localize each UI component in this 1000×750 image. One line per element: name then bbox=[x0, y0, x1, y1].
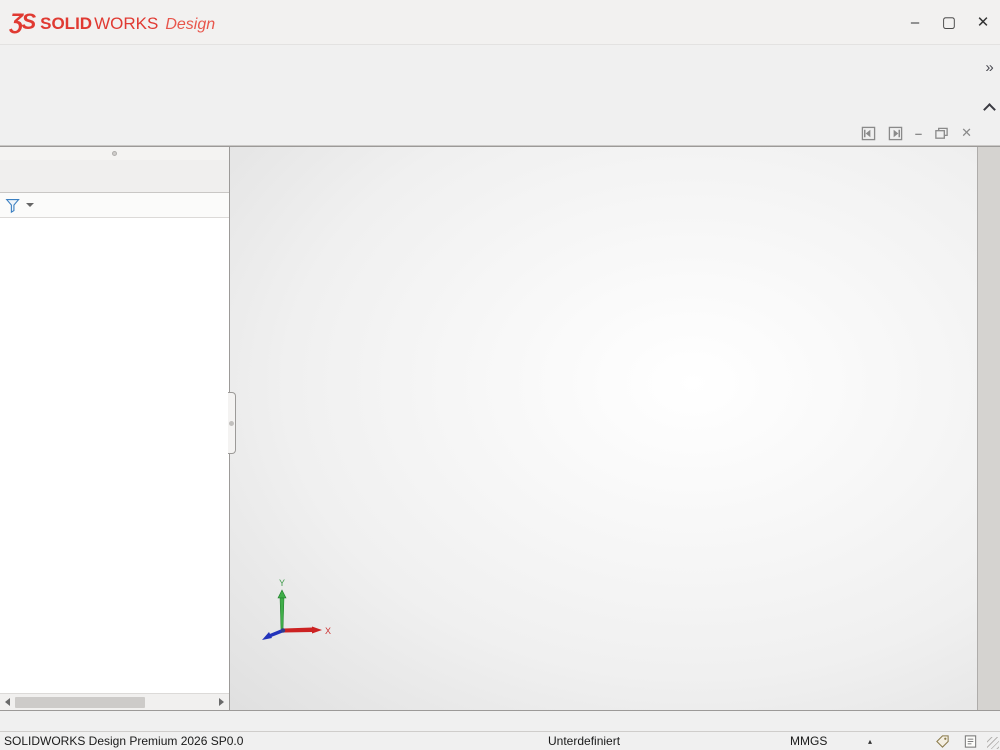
status-bar: SOLIDWORKS Design Premium 2026 SP0.0 Unt… bbox=[0, 731, 1000, 750]
feature-tree bbox=[0, 218, 229, 693]
minimize-doc-icon[interactable]: – bbox=[915, 126, 922, 141]
solidworks-window: ƷSSOLIDWORKSDesign – ▢ ✕ » – ✕ bbox=[0, 0, 1000, 750]
command-manager-tabbar: – ✕ bbox=[0, 122, 1000, 146]
filter-funnel-icon[interactable] bbox=[5, 197, 22, 214]
graphics-viewport[interactable]: Y X bbox=[230, 147, 977, 710]
scroll-left-icon[interactable] bbox=[5, 698, 10, 706]
units-selector[interactable]: MMGS bbox=[790, 734, 827, 748]
tree-filter-row bbox=[0, 193, 229, 218]
tag-icon[interactable] bbox=[935, 734, 950, 749]
dassault-logo-glyph: ƷS bbox=[10, 9, 34, 35]
resize-grip[interactable] bbox=[987, 737, 999, 749]
document-window-controls: – ✕ bbox=[861, 125, 972, 141]
maximize-button[interactable]: ▢ bbox=[932, 5, 966, 39]
close-button[interactable]: ✕ bbox=[966, 5, 1000, 39]
model-tabs bbox=[0, 710, 1000, 731]
app-version-text: SOLIDWORKS Design Premium 2026 SP0.0 bbox=[4, 734, 243, 748]
ribbon-collapse-icon[interactable] bbox=[983, 103, 996, 116]
next-window-icon[interactable] bbox=[888, 126, 903, 141]
panel-flyout-handle[interactable] bbox=[228, 392, 236, 454]
restore-doc-icon[interactable] bbox=[934, 126, 949, 141]
tree-horizontal-scrollbar[interactable] bbox=[0, 693, 229, 710]
triad-y-label: Y bbox=[279, 578, 285, 588]
note-icon[interactable] bbox=[963, 734, 978, 749]
feature-panel-tabs bbox=[0, 160, 229, 193]
previous-window-icon[interactable] bbox=[861, 126, 876, 141]
task-pane-strip bbox=[977, 147, 1000, 710]
command-manager-ribbon: » bbox=[0, 45, 1000, 122]
triad-x-label: X bbox=[325, 626, 331, 636]
feature-manager-panel bbox=[0, 147, 230, 710]
filter-dropdown-caret[interactable] bbox=[26, 203, 34, 207]
orientation-triad: Y X bbox=[258, 576, 332, 652]
scrollbar-thumb[interactable] bbox=[15, 697, 145, 708]
minimize-button[interactable]: – bbox=[898, 5, 932, 39]
title-bar: ƷSSOLIDWORKSDesign – ▢ ✕ bbox=[0, 0, 1000, 45]
ribbon-overflow-chevron[interactable]: » bbox=[985, 59, 993, 76]
window-controls: – ▢ ✕ bbox=[898, 5, 1000, 39]
scroll-right-icon[interactable] bbox=[219, 698, 224, 706]
gear-assembly-model[interactable] bbox=[230, 147, 977, 710]
panel-splitter-grip[interactable] bbox=[0, 147, 229, 160]
close-doc-icon[interactable]: ✕ bbox=[961, 125, 972, 141]
constraint-state-text: Unterdefiniert bbox=[548, 734, 620, 748]
units-caret-icon[interactable]: ▴ bbox=[868, 737, 872, 746]
solidworks-logo: ƷSSOLIDWORKSDesign bbox=[10, 9, 215, 35]
